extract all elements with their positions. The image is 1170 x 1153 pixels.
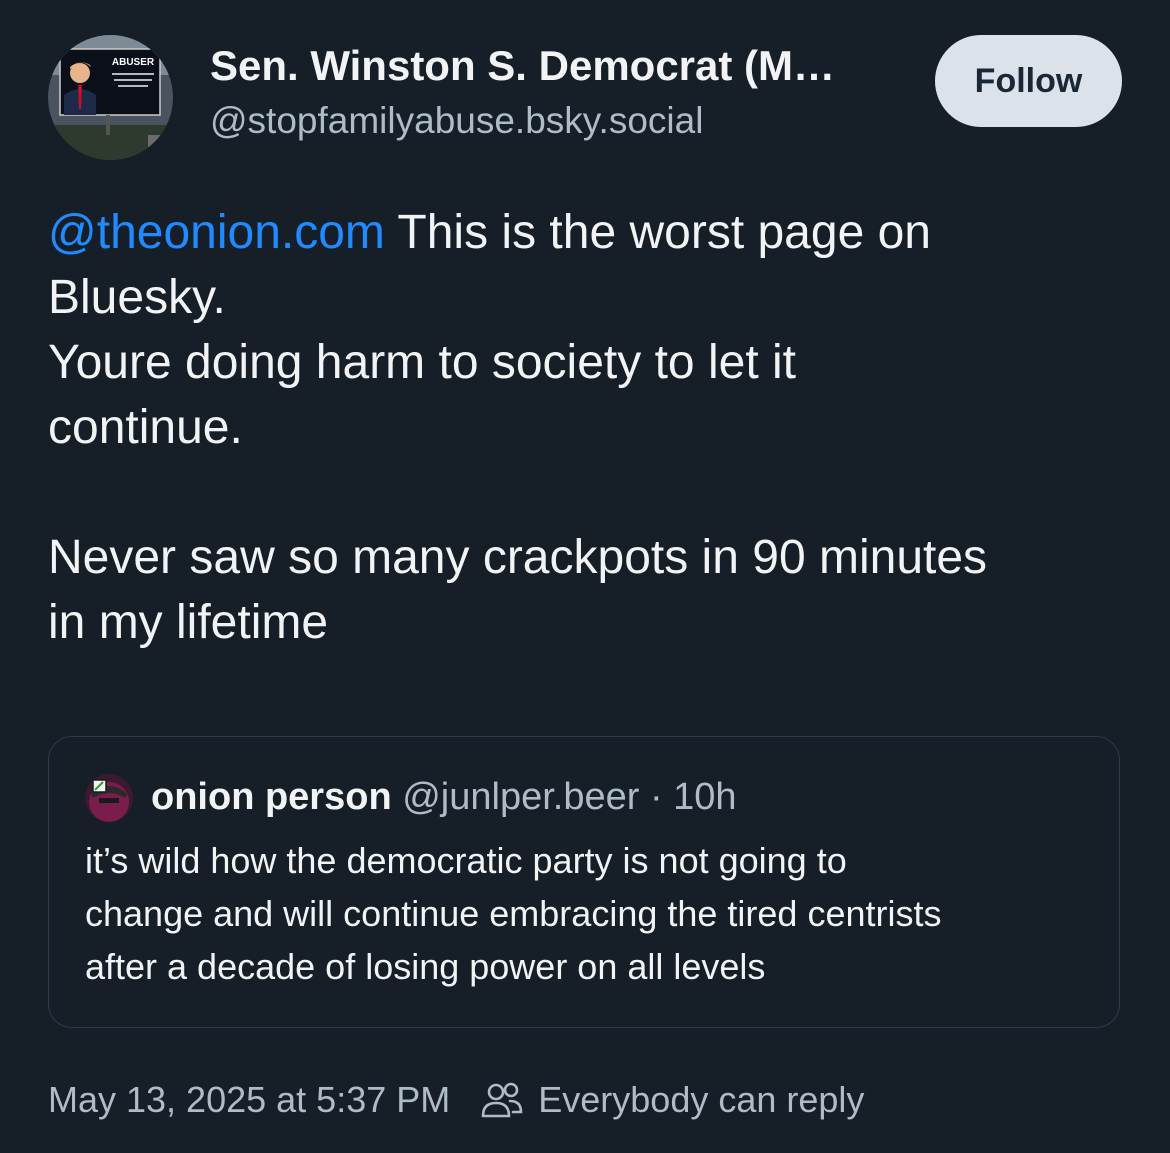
reply-setting[interactable]: Everybody can reply: [480, 1076, 864, 1124]
post-line: @theonion.com This is the worst page on: [48, 200, 1128, 265]
reply-setting-label: Everybody can reply: [538, 1079, 865, 1120]
post-footer: May 13, 2025 at 5:37 PM Everybody can re…: [48, 1076, 864, 1124]
post-line: continue.: [48, 401, 243, 454]
follow-button[interactable]: Follow: [935, 35, 1122, 127]
post-text-segment: This is the worst page on: [384, 206, 931, 259]
author-display-name[interactable]: Sen. Winston S. Democrat (M…: [210, 40, 835, 92]
post-body: @theonion.com This is the worst page on …: [48, 200, 1128, 655]
people-icon: [481, 1082, 523, 1118]
post-line: in my lifetime: [48, 596, 329, 649]
post-blank-line: [48, 460, 1128, 525]
avatar-sign-text: ABUSER: [112, 57, 155, 68]
quoted-post[interactable]: onion person @junlper.beer · 10h it’s wi…: [48, 736, 1120, 1028]
quote-line: change and will continue embracing the t…: [85, 893, 942, 934]
post-timestamp: May 13, 2025 at 5:37 PM: [48, 1079, 451, 1120]
quote-line: it’s wild how the democratic party is no…: [85, 840, 847, 881]
author-avatar[interactable]: ABUSER: [48, 35, 173, 160]
quote-author-name[interactable]: onion person: [151, 776, 392, 818]
post-line: Bluesky.: [48, 271, 226, 324]
author-handle[interactable]: @stopfamilyabuse.bsky.social: [210, 98, 703, 144]
quote-author-handle[interactable]: @junlper.beer: [402, 776, 639, 818]
mention-link[interactable]: @theonion.com: [48, 206, 385, 259]
quote-header: onion person @junlper.beer · 10h: [151, 773, 737, 821]
quote-line: after a decade of losing power on all le…: [85, 946, 766, 987]
quote-time: · 10h: [649, 776, 737, 818]
post-line: Youre doing harm to society to let it: [48, 336, 796, 389]
quote-author-avatar[interactable]: [85, 774, 133, 822]
quote-body: it’s wild how the democratic party is no…: [85, 834, 1095, 993]
post-line: Never saw so many crackpots in 90 minute…: [48, 531, 988, 584]
